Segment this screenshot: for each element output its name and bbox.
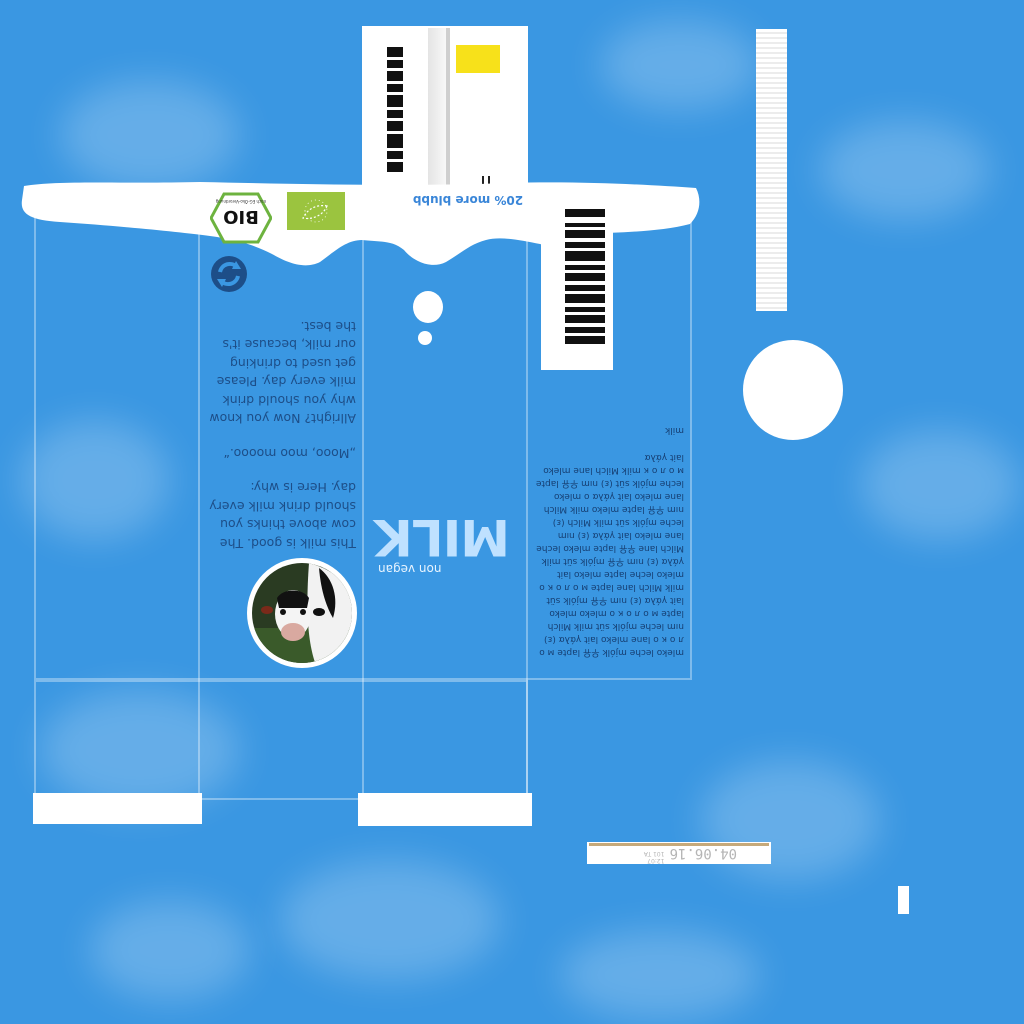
small-tab — [898, 886, 909, 914]
side-barcode — [565, 209, 605, 344]
date-stamp: 04.06.16 12:07 101 TA — [587, 842, 771, 864]
glue-strip — [756, 29, 787, 311]
lot-code: 12:07 101 TA — [643, 850, 665, 864]
cloud — [280, 860, 500, 980]
tagline: 20% more blubb — [412, 193, 524, 207]
word-cloud-top: milk — [665, 425, 684, 435]
word-cloud: mleko leche mjólk 우유 lapte м о л о к о l… — [534, 382, 684, 658]
eu-organic-leaf-icon — [287, 192, 345, 230]
story-quote: „Mooo, moo moooo.“ — [223, 446, 356, 461]
cap-circle — [743, 340, 843, 440]
story-text: This milk is good. The cow above thinks … — [206, 296, 356, 552]
story-intro: This milk is good. The cow above thinks … — [209, 480, 356, 552]
bottom-flaps — [34, 680, 528, 800]
cow-photo — [247, 558, 357, 668]
date-stamp-text: 04.06.16 12:07 101 TA — [627, 845, 737, 864]
tagline-wrap: 20% more blubb — [408, 192, 528, 211]
bio-seal-icon: BIO nach EG-Öko-Verordnung — [209, 192, 273, 244]
bottom-flap-middle — [358, 793, 532, 826]
product-title-wrap: non vegan MILK — [375, 508, 510, 576]
cloud — [90, 900, 250, 1000]
recycle-icon — [210, 255, 248, 293]
svg-text:BIO: BIO — [223, 206, 259, 227]
word-cloud-text: mleko leche mjólk 우유 lapte м о л о к о l… — [535, 452, 684, 657]
milk-splash — [21, 182, 700, 345]
cloud — [860, 430, 1020, 540]
cloud — [560, 930, 760, 1020]
best-before-date: 04.06.16 — [669, 845, 737, 861]
story-outro: Allright? Now you know why you should dr… — [209, 319, 356, 427]
svg-text:nach EG-Öko-Verordnung: nach EG-Öko-Verordnung — [215, 199, 266, 204]
product-name: MILK — [375, 508, 510, 566]
bottom-flap-left — [33, 793, 202, 824]
